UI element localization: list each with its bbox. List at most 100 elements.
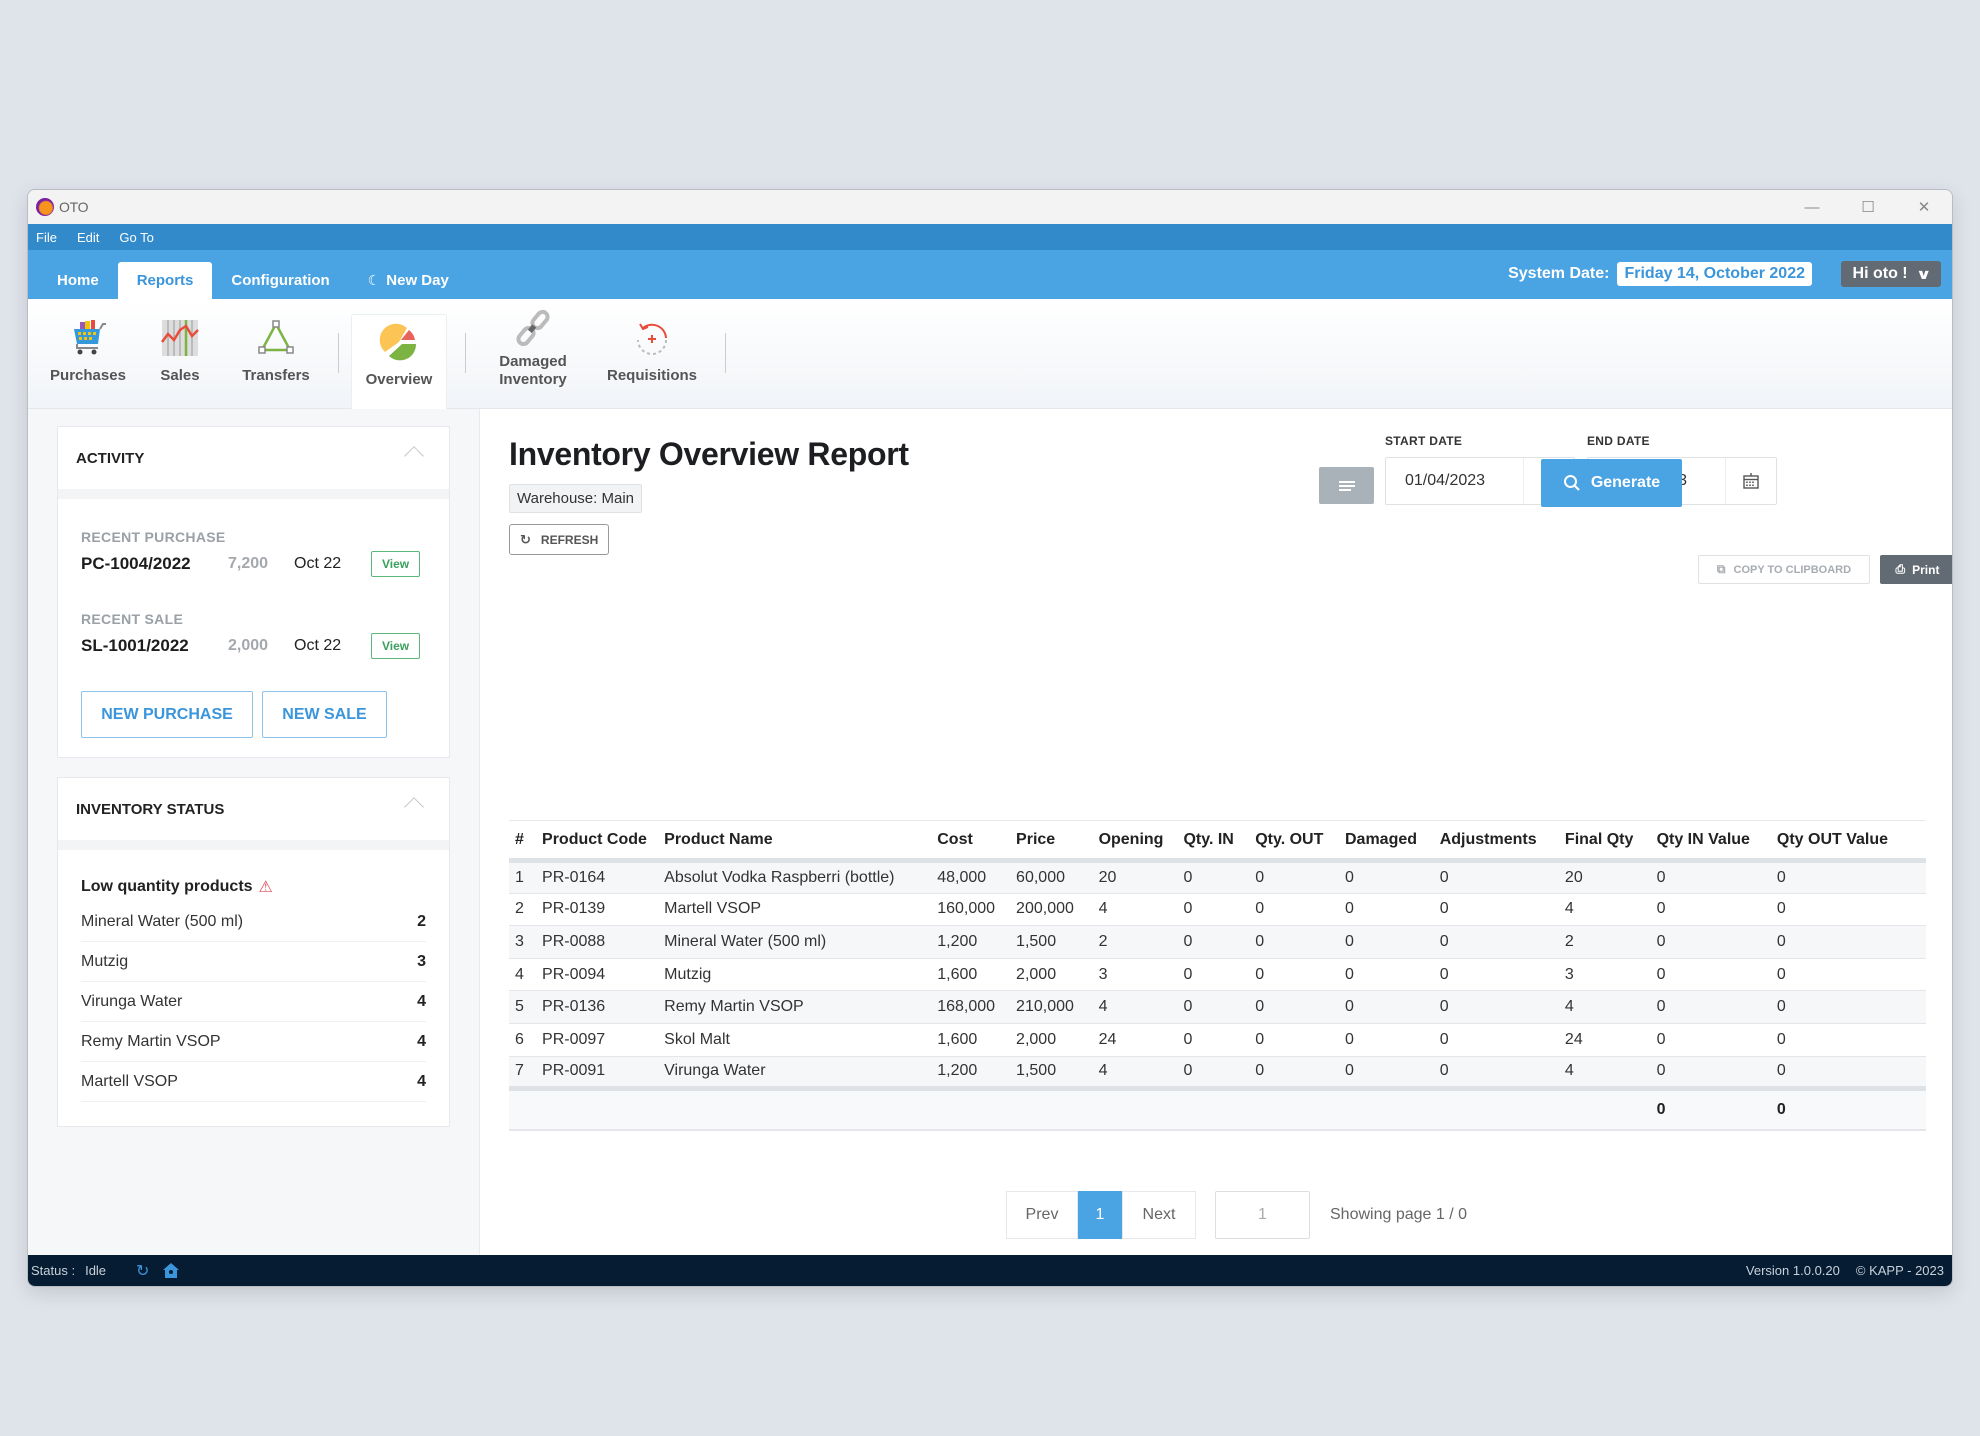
- table-row[interactable]: 5 PR-0136 Remy Martin VSOP 168,000 210,000 4 0…: [509, 990, 1926, 1024]
- column-header[interactable]: Opening: [1092, 820, 1178, 863]
- table-cell: 3: [509, 925, 537, 959]
- sync-icon[interactable]: ↻: [136, 1261, 149, 1281]
- toolbar-damaged-inventory[interactable]: Damaged Inventory: [490, 299, 576, 409]
- table-cell: 0: [1177, 1056, 1250, 1092]
- app-window: OTO — ☐ ✕ File Edit Go To Home Reports C…: [27, 189, 1953, 1287]
- tab-new-day[interactable]: ☾ New Day: [349, 262, 468, 299]
- close-button[interactable]: ✕: [1896, 190, 1952, 224]
- tab-home[interactable]: Home: [38, 262, 118, 299]
- toolbar-purchases[interactable]: Purchases: [42, 299, 134, 409]
- filter-toggle-button[interactable]: [1319, 467, 1374, 504]
- table-cell: 0: [1770, 893, 1926, 927]
- table-row[interactable]: 7 PR-0091 Virunga Water 1,200 1,500 4 0 0 0 0 4 0 0: [509, 1056, 1926, 1092]
- list-item[interactable]: Mutzig 3: [81, 942, 426, 982]
- start-date-input[interactable]: [1386, 458, 1523, 504]
- view-purchase-button[interactable]: View: [371, 551, 421, 577]
- generate-button[interactable]: Generate: [1541, 459, 1682, 507]
- table-cell: 1,200: [931, 925, 1011, 959]
- table-cell: 4: [1558, 1056, 1651, 1092]
- table-row[interactable]: 1 PR-0164 Absolut Vodka Raspberri (bottle)…: [509, 860, 1926, 894]
- tab-reports[interactable]: Reports: [117, 262, 213, 299]
- toolbar-damaged-inventory-label: Damaged Inventory: [499, 353, 567, 388]
- printer-icon: ⎙: [1895, 562, 1906, 576]
- recent-purchase-code: PC-1004/2022: [81, 554, 191, 573]
- inventory-status-header[interactable]: INVENTORY STATUS: [58, 778, 449, 850]
- reports-toolbar: Purchases Sales Transfers Overview Damag…: [28, 299, 1952, 409]
- table-row[interactable]: 4 PR-0094 Mutzig 1,600 2,000 3 0 0 0 0 3 0 0: [509, 958, 1926, 992]
- column-header[interactable]: Cost: [931, 820, 1011, 863]
- table-cell: 0: [1770, 990, 1926, 1024]
- low-quantity-list: Mineral Water (500 ml) 2 Mutzig 3 Virunga Wa…: [81, 902, 426, 1102]
- column-header[interactable]: Final Qty: [1558, 820, 1651, 863]
- list-item[interactable]: Virunga Water 4: [81, 982, 426, 1022]
- table-cell: 0: [1770, 860, 1926, 894]
- table-cell: 24: [1092, 1023, 1178, 1057]
- minimize-button[interactable]: —: [1784, 190, 1840, 224]
- toolbar-overview[interactable]: Overview: [351, 314, 447, 409]
- table-cell: 0: [1650, 958, 1771, 992]
- column-header[interactable]: Qty IN Value: [1650, 820, 1771, 863]
- table-cell: 4: [1092, 893, 1178, 927]
- table-cell: 7: [509, 1056, 537, 1092]
- table-cell: 0: [1249, 958, 1339, 992]
- view-sale-button[interactable]: View: [371, 633, 421, 659]
- print-button[interactable]: ⎙ Print: [1880, 555, 1952, 584]
- list-item[interactable]: Martell VSOP 4: [81, 1062, 426, 1102]
- column-header[interactable]: Qty. OUT: [1249, 820, 1339, 863]
- chevron-down-icon: ∨: [1915, 265, 1932, 282]
- table-cell: 0: [1177, 860, 1250, 894]
- column-header[interactable]: Price: [1010, 820, 1093, 863]
- table-cell: 0: [1433, 1023, 1559, 1057]
- table-cell: 0: [1770, 1056, 1926, 1092]
- table-cell: 0: [1770, 958, 1926, 992]
- table-cell: Martell VSOP: [658, 893, 932, 927]
- home-icon[interactable]: [163, 1263, 180, 1278]
- maximize-button[interactable]: ☐: [1840, 190, 1896, 224]
- activity-panel-header[interactable]: ACTIVITY: [58, 427, 449, 499]
- copy-to-clipboard-button[interactable]: ⧉ COPY TO CLIPBOARD: [1698, 555, 1870, 584]
- column-header[interactable]: Adjustments: [1433, 820, 1559, 863]
- new-sale-button[interactable]: NEW SALE: [262, 691, 387, 738]
- column-header[interactable]: Qty OUT Value: [1770, 820, 1926, 863]
- tab-configuration[interactable]: Configuration: [212, 262, 348, 299]
- new-purchase-button[interactable]: NEW PURCHASE: [81, 691, 253, 738]
- toolbar-requisitions[interactable]: Requisitions: [600, 299, 704, 409]
- table-totals-row: 0 0: [509, 1088, 1926, 1131]
- product-name: Mutzig: [81, 952, 129, 970]
- app-title: OTO: [59, 199, 89, 215]
- table-row[interactable]: 2 PR-0139 Martell VSOP 160,000 200,000 4 0 0 0 0 4…: [509, 893, 1926, 927]
- column-header[interactable]: Product Code: [536, 820, 659, 863]
- column-header[interactable]: Damaged: [1339, 820, 1434, 863]
- user-menu-button[interactable]: Hi oto ! ∨: [1840, 261, 1941, 287]
- toolbar-transfers[interactable]: Transfers: [231, 299, 321, 409]
- user-greeting: Hi oto !: [1852, 265, 1908, 282]
- end-date-calendar-button[interactable]: [1725, 458, 1776, 504]
- table-cell: 2: [1558, 925, 1651, 959]
- table-cell: 0: [1249, 925, 1339, 959]
- current-page-button[interactable]: 1: [1078, 1191, 1122, 1239]
- table-row[interactable]: 3 PR-0088 Mineral Water (500 ml) 1,200 1,500…: [509, 925, 1926, 959]
- menu-go-to[interactable]: Go To: [119, 230, 153, 245]
- activity-body: RECENT PURCHASE PC-1004/2022 7,200 Oct 2…: [58, 499, 449, 738]
- list-item[interactable]: Mineral Water (500 ml) 2: [81, 902, 426, 942]
- table-cell: 0: [1177, 1023, 1250, 1057]
- column-header[interactable]: Product Name: [658, 820, 932, 863]
- table-cell: 2: [509, 893, 537, 927]
- menu-file[interactable]: File: [36, 230, 57, 245]
- inventory-status-panel: INVENTORY STATUS Low quantity products ⚠…: [57, 777, 450, 1127]
- main-content: Inventory Overview Report Warehouse: Mai…: [480, 409, 1952, 1256]
- table-row[interactable]: 6 PR-0097 Skol Malt 1,600 2,000 24 0 0 0 0 24 0 0: [509, 1023, 1926, 1057]
- toolbar-purchases-label: Purchases: [50, 367, 126, 384]
- search-icon: [1563, 475, 1580, 491]
- next-page-button[interactable]: Next: [1122, 1191, 1196, 1239]
- list-item[interactable]: Remy Martin VSOP 4: [81, 1022, 426, 1062]
- column-header[interactable]: #: [509, 820, 537, 863]
- table-cell: 48,000: [931, 860, 1011, 894]
- column-header[interactable]: Qty. IN: [1177, 820, 1250, 863]
- start-date-label: START DATE: [1385, 434, 1463, 448]
- refresh-button[interactable]: ↻ REFRESH: [509, 524, 610, 555]
- prev-page-button[interactable]: Prev: [1006, 1191, 1078, 1239]
- toolbar-sales[interactable]: Sales: [148, 299, 212, 409]
- page-number-input[interactable]: [1215, 1191, 1310, 1239]
- menu-edit[interactable]: Edit: [77, 230, 99, 245]
